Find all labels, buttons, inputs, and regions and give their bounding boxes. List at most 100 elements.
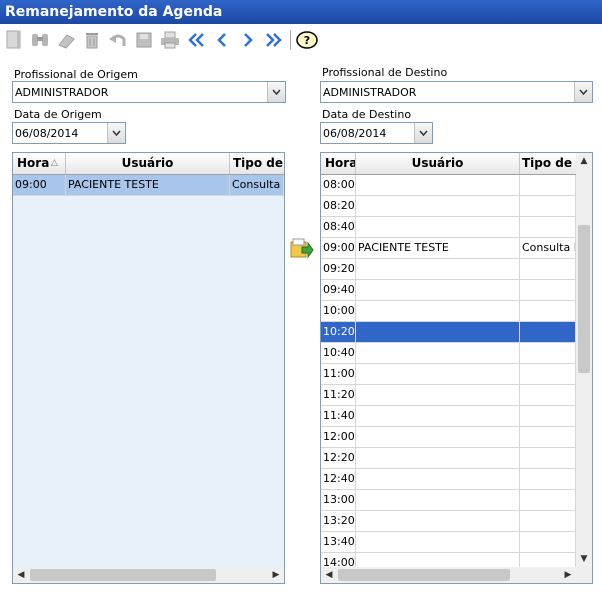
- toolbar: ?: [0, 26, 602, 54]
- cell-hora: 08:00: [321, 175, 356, 195]
- cell-usuario: PACIENTE TESTE: [66, 175, 230, 195]
- cell-usuario: PACIENTE TESTE: [356, 238, 520, 258]
- table-row[interactable]: 12:40: [321, 469, 576, 490]
- destino-date-label: Data de Destino: [322, 108, 412, 121]
- cell-usuario: [356, 217, 520, 237]
- cell-usuario: [356, 175, 520, 195]
- cell-tipo: [520, 511, 576, 531]
- origem-hscrollbar[interactable]: ◀ ▶: [13, 567, 284, 583]
- cell-hora: 12:00: [321, 427, 356, 447]
- cell-usuario: [356, 301, 520, 321]
- col-hora[interactable]: Hora: [321, 153, 356, 174]
- table-row[interactable]: 12:20: [321, 448, 576, 469]
- col-usuario[interactable]: Usuário: [66, 153, 230, 174]
- cell-hora: 11:40: [321, 406, 356, 426]
- table-row[interactable]: 13:20: [321, 511, 576, 532]
- table-row[interactable]: 09:20: [321, 259, 576, 280]
- cell-hora: 08:40: [321, 217, 356, 237]
- table-row[interactable]: 09:40: [321, 280, 576, 301]
- origem-hscroll-thumb[interactable]: [30, 569, 216, 581]
- scroll-right-icon[interactable]: ▶: [560, 567, 576, 583]
- cell-tipo: [520, 280, 576, 300]
- cell-tipo: [520, 259, 576, 279]
- scroll-left-icon[interactable]: ◀: [13, 567, 29, 583]
- chevron-down-icon[interactable]: [107, 123, 125, 143]
- cell-usuario: [356, 490, 520, 510]
- cell-tipo: [520, 406, 576, 426]
- col-tipo[interactable]: Tipo de A: [520, 153, 576, 174]
- cell-hora: 09:20: [321, 259, 356, 279]
- cell-hora: 10:00: [321, 301, 356, 321]
- table-row[interactable]: 08:40: [321, 217, 576, 238]
- destino-vscrollbar[interactable]: ▲ ▼: [576, 153, 592, 567]
- scroll-down-icon[interactable]: ▼: [576, 551, 592, 567]
- table-row[interactable]: 13:00: [321, 490, 576, 511]
- table-row[interactable]: 08:20: [321, 196, 576, 217]
- destino-hscrollbar[interactable]: ◀ ▶: [321, 567, 576, 583]
- cell-usuario: [356, 364, 520, 384]
- new-icon[interactable]: [2, 28, 26, 52]
- origem-grid-header: Hora △ Usuário Tipo de A: [13, 153, 284, 175]
- col-hora[interactable]: Hora △: [13, 153, 66, 174]
- table-row[interactable]: 12:00: [321, 427, 576, 448]
- last-icon[interactable]: [262, 28, 286, 52]
- cell-hora: 13:20: [321, 511, 356, 531]
- trash-icon[interactable]: [80, 28, 104, 52]
- col-usuario[interactable]: Usuário: [356, 153, 520, 174]
- origem-date-picker[interactable]: 06/08/2014: [12, 122, 126, 144]
- chevron-down-icon[interactable]: [574, 82, 592, 102]
- cell-tipo: Consulta P: [230, 175, 284, 195]
- origem-prof-value: ADMINISTRADOR: [15, 86, 109, 99]
- cell-usuario: [356, 511, 520, 531]
- cell-usuario: [356, 259, 520, 279]
- table-row[interactable]: 11:20: [321, 385, 576, 406]
- origem-prof-select[interactable]: ADMINISTRADOR: [12, 81, 286, 103]
- cell-usuario: [356, 322, 520, 342]
- cell-tipo: Consulta P: [520, 238, 576, 258]
- origem-prof-label: Profissional de Origem: [14, 68, 138, 81]
- table-row[interactable]: 09:00PACIENTE TESTEConsulta P: [321, 238, 576, 259]
- print-icon[interactable]: [158, 28, 182, 52]
- cell-hora: 09:00: [13, 175, 66, 195]
- window-title: Remanejamento da Agenda: [0, 0, 602, 24]
- table-row[interactable]: 10:20: [321, 322, 576, 343]
- chevron-down-icon[interactable]: [267, 82, 285, 102]
- cell-usuario: [356, 343, 520, 363]
- table-row[interactable]: 11:00: [321, 364, 576, 385]
- binoculars-icon[interactable]: [28, 28, 52, 52]
- cell-tipo: [520, 427, 576, 447]
- cell-hora: 08:20: [321, 196, 356, 216]
- first-icon[interactable]: [184, 28, 208, 52]
- destino-grid-header: Hora Usuário Tipo de A: [321, 153, 576, 175]
- table-row[interactable]: 08:00: [321, 175, 576, 196]
- transfer-icon[interactable]: [290, 236, 314, 260]
- next-icon[interactable]: [236, 28, 260, 52]
- save-icon[interactable]: [132, 28, 156, 52]
- table-row[interactable]: 13:40: [321, 532, 576, 553]
- destino-prof-select[interactable]: ADMINISTRADOR: [320, 81, 593, 103]
- sort-asc-icon: △: [51, 158, 58, 168]
- col-tipo[interactable]: Tipo de A: [230, 153, 284, 174]
- scroll-up-icon[interactable]: ▲: [576, 153, 592, 169]
- eraser-icon[interactable]: [54, 28, 78, 52]
- table-row[interactable]: 09:00PACIENTE TESTEConsulta P: [13, 175, 284, 196]
- destino-date-value: 06/08/2014: [323, 127, 387, 140]
- destino-vscroll-thumb[interactable]: [578, 225, 590, 373]
- cell-usuario: [356, 280, 520, 300]
- prev-icon[interactable]: [210, 28, 234, 52]
- table-row[interactable]: 14:00: [321, 553, 576, 567]
- cell-hora: 13:40: [321, 532, 356, 552]
- chevron-down-icon[interactable]: [414, 123, 432, 143]
- table-row[interactable]: 11:40: [321, 406, 576, 427]
- cell-hora: 11:20: [321, 385, 356, 405]
- destino-date-picker[interactable]: 06/08/2014: [320, 122, 433, 144]
- destino-hscroll-thumb[interactable]: [338, 569, 510, 581]
- scroll-corner: [576, 567, 592, 583]
- scroll-right-icon[interactable]: ▶: [268, 567, 284, 583]
- cell-usuario: [356, 427, 520, 447]
- help-icon[interactable]: ?: [295, 28, 319, 52]
- undo-icon[interactable]: [106, 28, 130, 52]
- scroll-left-icon[interactable]: ◀: [321, 567, 337, 583]
- table-row[interactable]: 10:40: [321, 343, 576, 364]
- table-row[interactable]: 10:00: [321, 301, 576, 322]
